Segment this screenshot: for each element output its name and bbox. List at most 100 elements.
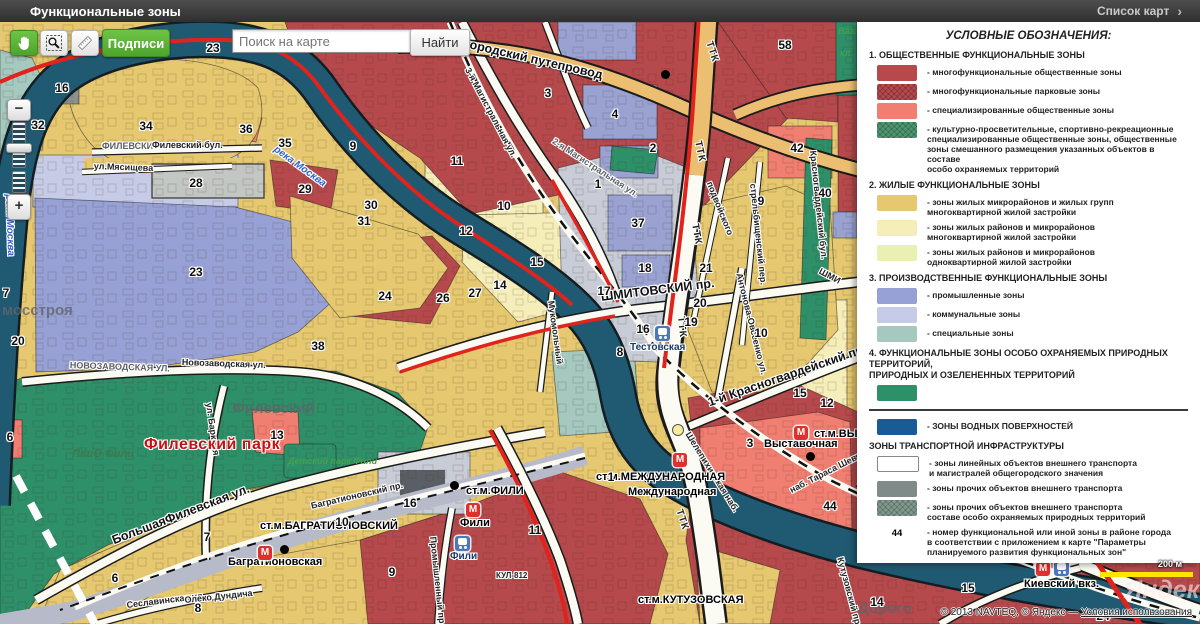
zone-number: 24: [378, 289, 391, 303]
legend-item-text: - многофункциональные общественные зоны: [927, 65, 1122, 77]
map-label: Багратионовская: [228, 556, 322, 568]
legend-swatch-special: [877, 326, 917, 342]
map-label: Багратионовский пр.: [310, 480, 404, 511]
zone-number: 10: [754, 326, 767, 340]
zone-number: 6: [112, 571, 119, 585]
labels-toggle-label: Подписи: [108, 36, 164, 51]
legend-item-text: - зоны жилых районов и микрорайонов одно…: [927, 245, 1095, 267]
legend-item: - зоны жилых районов и микрорайонов одно…: [867, 245, 1190, 267]
legend-item: - специальные зоны: [867, 326, 1190, 342]
zone-number: 20: [11, 334, 24, 348]
zone-number: 30: [364, 198, 377, 212]
labels-toggle-button[interactable]: Подписи: [102, 29, 170, 57]
zone-number: 10: [335, 515, 348, 529]
legend-swatch-salmon: [877, 103, 917, 119]
legend-item-text: - специальные зоны: [927, 326, 1014, 338]
zone-number: 34: [139, 119, 152, 133]
zoom-slider-handle[interactable]: [6, 143, 32, 153]
zone-number: 12: [459, 224, 472, 238]
legend-swatch-gray: [877, 481, 917, 497]
zone-number: 15: [961, 581, 974, 595]
zone-number: 42: [790, 141, 803, 155]
map-label: Новозаводская ул.: [182, 357, 266, 370]
legend-item: - зоны жилых районов и микрорайонов мног…: [867, 220, 1190, 242]
map-label: ПКиО Фили: [72, 448, 134, 460]
legend-section-header: 2. ЖИЛЫЕ ФУНКЦИОНАЛЬНЫЕ ЗОНЫ: [869, 180, 1190, 191]
map-label: Мукомольный: [546, 300, 565, 365]
zoom-slider-track-lower[interactable]: [12, 171, 26, 193]
zoom-control: − +: [6, 99, 34, 220]
legend-section-header: 1. ОБЩЕСТВЕННЫЕ ФУНКЦИОНАЛЬНЫЕ ЗОНЫ: [869, 50, 1190, 61]
legend-item: - специализированные общественные зоны: [867, 103, 1190, 119]
map-label: КУЛ-812: [496, 571, 527, 580]
zoom-box-tool-button[interactable]: [40, 30, 68, 56]
legend-section-header: 3. ПРОИЗВОДСТВЕННЫЕ ФУНКЦИОНАЛЬНЫЕ ЗОНЫ: [869, 273, 1190, 284]
zone-number: 16: [55, 81, 68, 95]
legend-item-text: - зоны прочих объектов внешнего транспор…: [927, 500, 1146, 522]
metro-icon: М: [673, 453, 687, 467]
zone-number: 28: [189, 176, 202, 190]
zone-number: 3: [545, 86, 552, 100]
legend-swatch-gray-hatch: [877, 500, 917, 516]
zoom-in-button[interactable]: +: [7, 194, 31, 220]
map-label: БольшаяФилевская ул.: [110, 482, 251, 547]
map-label: Киевский вкз.: [1024, 578, 1099, 590]
map-label: Кутузовский пр.: [835, 556, 863, 624]
zone-number: 16: [403, 496, 416, 510]
station-dot: [806, 452, 815, 461]
map-label: ст.м.ФИЛИ: [466, 485, 524, 497]
zone-number: 7: [3, 286, 10, 300]
zone-number: 11: [451, 154, 464, 168]
yandex-watermark: Яндекс: [1124, 576, 1200, 605]
legend-item-text: - ЗОНЫ ВОДНЫХ ПОВЕРХНОСТЕЙ: [927, 419, 1073, 431]
zone-number: 8: [617, 345, 624, 359]
map-label: Детский парк Фили: [288, 456, 377, 466]
map-label: Филевский: [232, 400, 315, 417]
legend-swatch-number: 44: [877, 525, 917, 539]
search-input[interactable]: [232, 29, 416, 53]
ruler-tool-button[interactable]: [71, 30, 99, 56]
legend-section-header: ЗОНЫ ТРАНСПОРТНОЙ ИНФРАСТРУКТУРЫ: [869, 441, 1190, 452]
search-button[interactable]: Найти: [410, 29, 470, 56]
legend-swatch-gold: [877, 195, 917, 211]
legend-item-text: - номер функциональной или иной зоны в р…: [927, 525, 1171, 557]
map-label: ул.Мясищева: [94, 161, 154, 173]
zone-number: 31: [357, 214, 370, 228]
map-label: ТТК: [704, 40, 721, 64]
zone-number: 18: [638, 261, 651, 275]
metro-icon: М: [794, 426, 808, 440]
zone-number: 20: [693, 296, 706, 310]
terms-link[interactable]: Условия использования: [1081, 607, 1192, 618]
zoom-out-button[interactable]: −: [7, 99, 31, 121]
legend-item-text: - зоны жилых микрорайонов и жилых групп …: [927, 195, 1114, 217]
scale-label: 200 м: [1158, 559, 1182, 569]
zone-number: 9: [758, 194, 765, 208]
hand-icon: [16, 35, 33, 52]
zone-number: 29: [298, 182, 311, 196]
legend-swatch-pale-green: [877, 245, 917, 261]
legend-item: - зоны жилых микрорайонов и жилых групп …: [867, 195, 1190, 217]
map-label: Промышленный пр.: [428, 536, 447, 624]
metro-icon: М: [258, 546, 272, 560]
map-label: Дорого: [858, 600, 912, 617]
map-label: Фили: [460, 517, 490, 529]
app-window: Звенигородский путепровод3-я Магистральн…: [0, 0, 1200, 624]
map-label: ТТК: [692, 140, 707, 163]
legend-item-text: - многофункциональные парковые зоны: [927, 84, 1100, 96]
legend-title: УСЛОВНЫЕ ОБОЗНАЧЕНИЯ:: [867, 30, 1190, 42]
maps-list-label: Список карт: [1097, 4, 1169, 18]
zoom-box-icon: [45, 34, 63, 52]
zone-number: 40: [818, 186, 831, 200]
map-label: НОВОЗАВОДСКАЯ УЛ.: [70, 360, 170, 373]
zone-number: 17: [597, 284, 610, 298]
zone-number: 58: [778, 38, 791, 52]
zone-number: 1: [608, 470, 615, 484]
legend-swatch-industrial: [877, 288, 917, 304]
legend-swatch-pale-yellow: [877, 220, 917, 236]
legend-swatch-red: [877, 65, 917, 81]
hand-tool-button[interactable]: [10, 30, 38, 56]
map-label: кл: [840, 48, 850, 58]
zone-number: 1: [595, 177, 602, 191]
maps-list-button[interactable]: Список карт ›: [1097, 3, 1182, 19]
zone-number: 15: [530, 255, 543, 269]
